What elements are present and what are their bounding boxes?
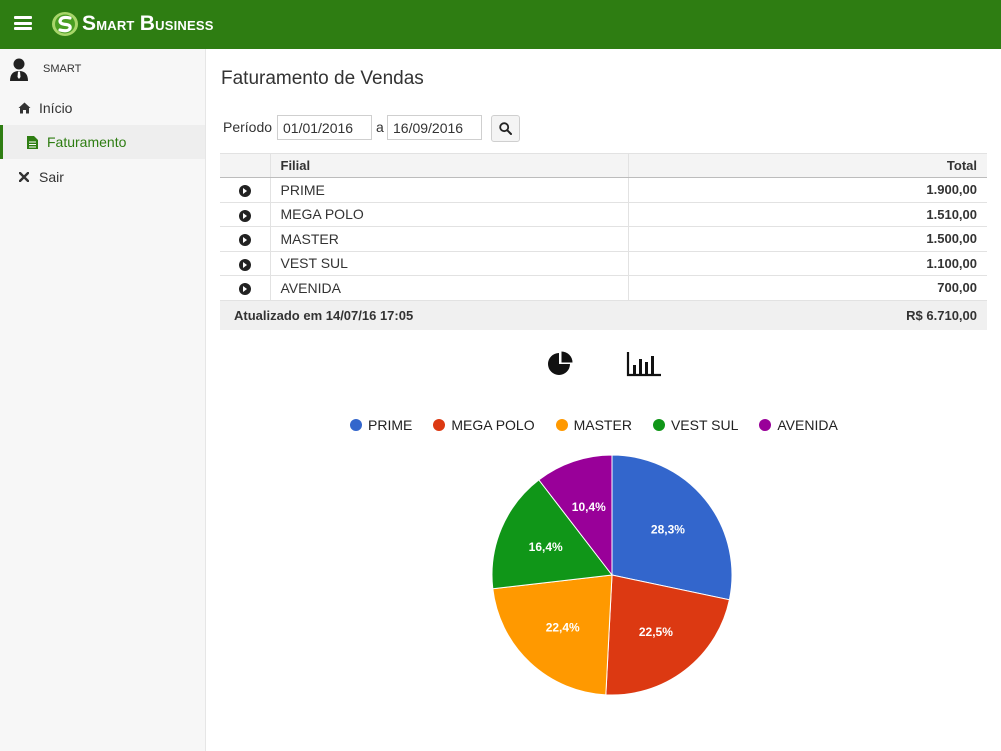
total-cell: 1.100,00 [628,251,987,276]
expand-play-icon[interactable] [238,283,251,296]
sales-table: Filial Total PRIME 1.900,00 MEGA POLO 1.… [220,153,987,330]
page-title: Faturamento de Vendas [221,68,424,89]
legend-label: PRIME [368,417,413,433]
expand-play-icon[interactable] [238,258,251,271]
user-name: SMART [43,63,82,75]
sidebar-item-sair[interactable]: Sair [0,160,205,194]
date-to-input[interactable] [387,115,482,140]
legend-label: MEGA POLO [451,417,535,433]
chart-legend: PRIME MEGA POLO MASTER VEST SUL AVENIDA [350,417,859,433]
pie-slice-label: 28,3% [651,523,685,537]
legend-swatch [433,419,446,431]
legend-swatch [555,419,568,431]
table-header-row: Filial Total [220,153,987,178]
user-icon [10,58,28,81]
search-icon [499,122,512,135]
search-button[interactable] [491,115,520,142]
column-header-expand [220,153,271,178]
top-bar: Smart Business [0,0,1001,49]
brand-name: Smart Business [82,12,214,35]
legend-item[interactable]: AVENIDA [759,417,838,433]
legend-label: VEST SUL [670,417,739,433]
table-row[interactable]: AVENIDA 700,00 [220,275,987,301]
pie-slice-label: 16,4% [529,540,563,554]
total-cell: 1.510,00 [628,202,987,227]
user-profile: SMART [0,49,205,89]
filial-cell: PRIME [270,177,629,203]
sidebar-item-label: Sair [39,169,64,185]
column-header-filial[interactable]: Filial [270,153,629,178]
periodo-label: Período [223,119,273,135]
updated-at-label: Atualizado em 14/07/16 17:05 [220,300,628,330]
expand-play-icon[interactable] [238,234,251,247]
grand-total: R$ 6.710,00 [628,300,987,330]
legend-swatch [652,419,665,431]
file-icon [25,135,39,149]
date-from-input[interactable] [277,115,372,140]
pie-slice-label: 10,4% [572,500,606,514]
pie-slice-label: 22,5% [639,625,673,639]
total-cell: 1.500,00 [628,226,987,252]
filial-cell: AVENIDA [270,275,629,301]
table-row[interactable]: PRIME 1.900,00 [220,177,987,203]
sidebar: SMART Início Faturamento Sair [0,49,206,751]
sidebar-item-inicio[interactable]: Início [0,91,205,125]
table-row[interactable]: VEST SUL 1.100,00 [220,251,987,276]
total-cell: 1.900,00 [628,177,987,203]
close-icon [17,170,31,184]
sidebar-item-label: Início [39,100,73,116]
bar-chart-icon[interactable] [626,351,662,377]
pie-chart: 28,3% 22,5% 22,4% 16,4% 10,4% [491,454,733,696]
legend-item[interactable]: PRIME [350,417,412,433]
legend-swatch [759,419,772,431]
sidebar-item-label: Faturamento [47,134,127,150]
menu-icon[interactable] [14,16,32,30]
legend-item[interactable]: MASTER [555,417,632,433]
logo-mark-icon [52,12,78,36]
date-separator: a [376,119,384,135]
pie-slice-label: 22,4% [546,620,580,634]
legend-label: AVENIDA [777,417,838,433]
legend-swatch [350,419,362,431]
filial-cell: VEST SUL [270,251,629,276]
table-row[interactable]: MEGA POLO 1.510,00 [220,202,987,227]
home-icon [17,101,31,115]
total-cell: 700,00 [628,275,987,301]
pie-chart-icon[interactable] [546,350,574,378]
filial-cell: MASTER [270,226,629,252]
brand-logo[interactable]: Smart Business [51,11,214,37]
legend-label: MASTER [573,417,632,433]
legend-item[interactable]: VEST SUL [652,417,739,433]
pie-slice-master[interactable] [492,574,613,696]
sidebar-item-faturamento[interactable]: Faturamento [0,125,205,159]
expand-play-icon[interactable] [238,185,251,198]
filial-cell: MEGA POLO [270,202,629,227]
legend-item[interactable]: MEGA POLO [433,417,535,433]
column-header-total[interactable]: Total [628,153,987,178]
expand-play-icon[interactable] [238,209,251,222]
table-row[interactable]: MASTER 1.500,00 [220,226,987,252]
table-footer-row: Atualizado em 14/07/16 17:05 R$ 6.710,00 [220,300,987,330]
